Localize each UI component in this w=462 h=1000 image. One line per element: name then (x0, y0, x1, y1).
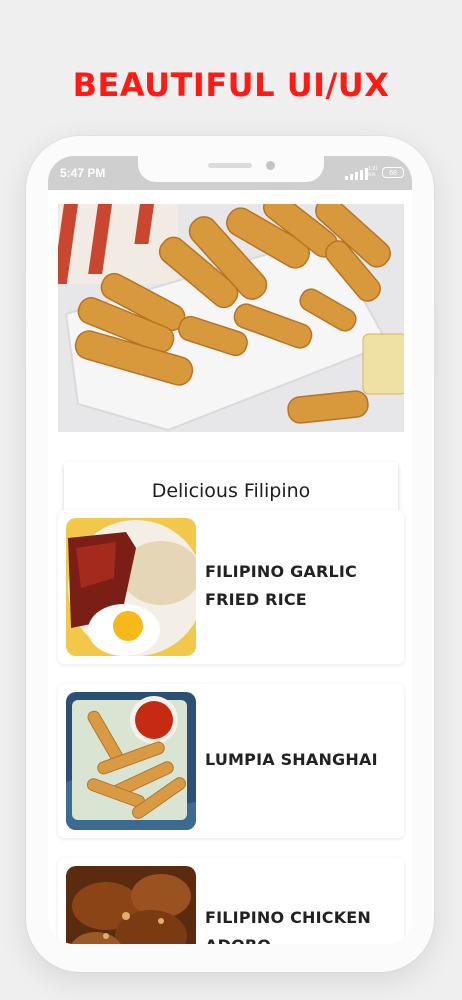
camera (266, 161, 275, 170)
recipe-thumbnail (66, 518, 196, 656)
recipe-title: LUMPIA SHANGHAI (205, 750, 378, 769)
hero-title: Delicious Filipino (151, 480, 311, 502)
recipe-title: FILIPINO GARLIC FRIED RICE (205, 562, 357, 609)
power-button (434, 306, 438, 376)
recipe-thumbnail (66, 692, 196, 830)
recipe-title: FILIPINO CHICKEN ADOBO (205, 908, 372, 944)
recipe-feed[interactable]: Delicious Filipino FILIPINO GARLIC FRIED… (48, 190, 412, 944)
status-bar: 5:47 PM 1.91 K/s 68 (48, 156, 412, 190)
hero-image[interactable] (58, 204, 404, 432)
app-screen: 5:47 PM 1.91 K/s 68 Delicious Filipino F… (48, 156, 412, 944)
headline: BEAUTIFUL UI/UX (72, 66, 390, 104)
network-speed: 1.91 K/s (368, 166, 378, 178)
volume-button (22, 326, 26, 366)
phone-frame: 5:47 PM 1.91 K/s 68 Delicious Filipino F… (22, 136, 438, 972)
signal-icon (345, 168, 368, 180)
status-time: 5:47 PM (60, 166, 106, 180)
speaker (208, 163, 252, 168)
recipe-card-garlic-rice[interactable]: FILIPINO GARLIC FRIED RICE (58, 510, 404, 664)
volume-button (22, 276, 26, 316)
notch (138, 156, 324, 182)
battery-icon: 68 (382, 167, 404, 178)
recipe-card-adobo[interactable]: FILIPINO CHICKEN ADOBO (58, 858, 404, 944)
recipe-card-lumpia[interactable]: LUMPIA SHANGHAI (58, 684, 404, 838)
recipe-thumbnail (66, 866, 196, 944)
